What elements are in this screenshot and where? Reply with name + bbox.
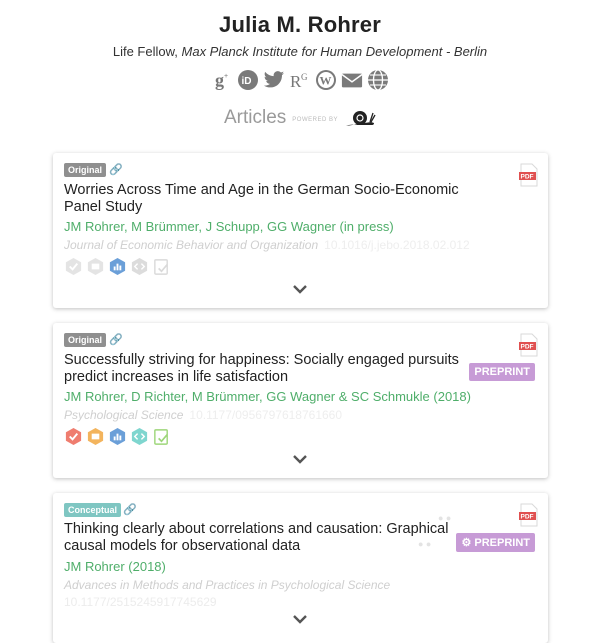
article-card: Conceptual 🔗 ● ● ● ● PDF ⚙ PREPRINT Thin… [53,493,548,643]
pdf-icon[interactable]: PDF [519,333,539,357]
snail-logo-icon [345,111,376,126]
articles-heading: Articles POWERED BY [0,105,600,131]
profile-affiliation: Life Fellow, Max Planck Institute for Hu… [0,44,600,59]
preregistration-badge-icon [154,259,168,275]
article-title[interactable]: Successfully striving for happiness: Soc… [64,352,464,386]
article-authors: JM Rohrer, M Brümmer, J Schupp, GG Wagne… [64,219,394,234]
powered-by-label: POWERED BY [292,117,338,123]
email-icon[interactable] [341,69,363,91]
article-card: Original 🔗 PDF Worries Across Time and A… [53,153,548,308]
code-badge-icon [131,257,148,276]
article-authors: JM Rohrer, D Richter, M Brümmer, GG Wagn… [64,389,471,404]
profile-institution: Max Planck Institute for Human Developme… [181,44,488,59]
open-science-badges [64,257,171,276]
chevron-down-icon[interactable] [291,453,309,465]
social-links: g + iD RG W [0,67,600,93]
article-type-badge: Conceptual [64,503,122,517]
materials-badge-icon [87,427,104,446]
chevron-down-icon[interactable] [291,283,309,295]
materials-badge-icon [87,257,104,276]
preprint-button[interactable]: ⚙ PREPRINT [456,533,535,552]
profile-role: Life Fellow, [112,44,178,59]
preregistration-badge-icon [154,429,168,445]
link-icon[interactable]: 🔗 [109,163,123,176]
svg-text:G: G [301,72,308,82]
check-badge-icon [65,257,82,276]
article-doi[interactable]: 10.1177/2515245917745629 [64,595,217,609]
orcid-icon[interactable]: iD [237,69,259,91]
article-authors: JM Rohrer (2018) [64,559,166,574]
pdf-icon[interactable]: PDF [519,503,539,527]
svg-text:PDF: PDF [521,344,534,351]
articles-title: Articles [224,107,287,128]
article-type-badge: Original [64,333,107,347]
link-icon[interactable]: 🔗 [109,333,123,346]
article-title[interactable]: Worries Across Time and Age in the Germa… [64,182,464,216]
svg-text:PDF: PDF [521,514,534,521]
article-doi[interactable]: 10.1016/j.jebo.2018.02.012 [324,238,469,252]
wordpress-icon[interactable]: W [315,69,337,91]
preprint-label: PREPRINT [474,537,530,549]
open-science-badges [64,427,171,446]
article-journal: Psychological Science 10.1177/09567976187… [64,408,342,422]
svg-text:iD: iD [242,76,252,87]
check-badge-icon [65,427,82,446]
article-title[interactable]: Thinking clearly about correlations and … [64,521,464,555]
chevron-down-icon[interactable] [291,613,309,625]
google-scholar-icon[interactable]: g + [211,69,233,91]
article-journal: Journal of Economic Behavior and Organiz… [64,238,470,252]
article-journal: Advances in Methods and Practices in Psy… [64,578,391,592]
website-icon[interactable] [367,69,389,91]
article-card: Original 🔗 PDF PREPRINT Successfully str… [53,323,548,478]
twitter-icon[interactable] [263,69,285,91]
svg-text:PDF: PDF [521,174,534,181]
profile-header: Julia M. Rohrer Life Fellow, Max Planck … [0,0,600,131]
journal-name: Journal of Economic Behavior and Organiz… [64,238,319,252]
svg-text:W: W [320,74,332,88]
profile-name: Julia M. Rohrer [219,12,381,37]
svg-text:+: + [224,73,228,80]
preprint-button[interactable]: PREPRINT [469,363,535,381]
pdf-icon[interactable]: PDF [519,163,539,187]
code-badge-icon [131,427,148,446]
article-doi[interactable]: 10.1177/0956797618761660 [189,408,342,422]
researchgate-icon[interactable]: RG [289,69,311,91]
data-badge-icon [109,427,126,446]
article-type-badge: Original [64,163,107,177]
journal-name: Psychological Science [64,408,184,422]
svg-text:g: g [215,70,224,90]
data-badge-icon [109,257,126,276]
link-icon[interactable]: 🔗 [123,503,137,516]
